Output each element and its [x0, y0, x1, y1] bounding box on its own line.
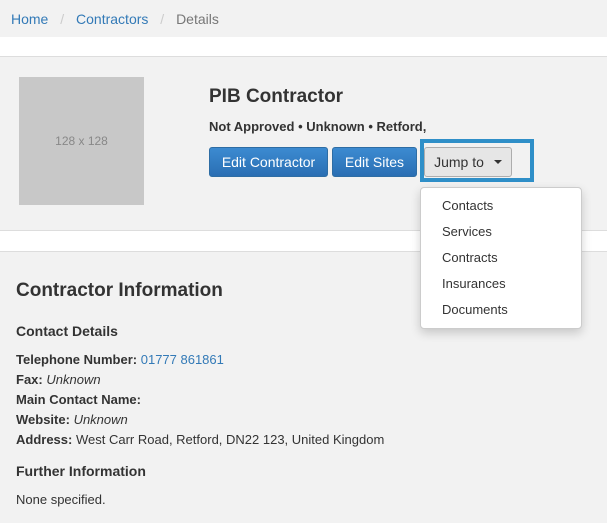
section-heading: Contractor Information [16, 280, 223, 301]
menu-item-services[interactable]: Services [421, 219, 581, 245]
menu-item-insurances[interactable]: Insurances [421, 271, 581, 297]
telephone-link[interactable]: 01777 861861 [141, 352, 224, 367]
website-row: Website: Unknown [16, 412, 128, 427]
breadcrumb-current: Details [176, 11, 219, 27]
contact-details-heading: Contact Details [16, 323, 118, 339]
breadcrumb-contractors-link[interactable]: Contractors [76, 11, 148, 27]
telephone-label: Telephone Number: [16, 352, 138, 367]
breadcrumb: Home / Contractors / Details [0, 0, 607, 37]
further-information-heading: Further Information [16, 463, 146, 479]
address-row: Address: West Carr Road, Retford, DN22 1… [16, 432, 384, 447]
further-information-text: None specified. [16, 492, 106, 507]
website-label: Website: [16, 412, 70, 427]
fax-label: Fax: [16, 372, 43, 387]
main-contact-row: Main Contact Name: [16, 392, 141, 407]
menu-item-documents[interactable]: Documents [421, 297, 581, 323]
main-contact-label: Main Contact Name: [16, 392, 141, 407]
placeholder-label: 128 x 128 [55, 134, 108, 148]
edit-contractor-button[interactable]: Edit Contractor [209, 147, 328, 177]
fax-row: Fax: Unknown [16, 372, 101, 387]
menu-item-contacts[interactable]: Contacts [421, 193, 581, 219]
caret-down-icon [493, 160, 502, 164]
address-value: West Carr Road, Retford, DN22 123, Unite… [75, 432, 385, 447]
breadcrumb-home-link[interactable]: Home [11, 11, 48, 27]
telephone-row: Telephone Number: 01777 861861 [16, 352, 224, 367]
menu-item-contracts[interactable]: Contracts [421, 245, 581, 271]
contractor-logo-placeholder: 128 x 128 [19, 77, 144, 205]
fax-value: Unknown [46, 372, 101, 387]
jump-to-button[interactable]: Jump to [424, 147, 512, 177]
jump-to-label: Jump to [434, 154, 484, 170]
edit-sites-button[interactable]: Edit Sites [332, 147, 417, 177]
address-label: Address: [16, 432, 73, 447]
breadcrumb-separator: / [60, 11, 65, 27]
website-value: Unknown [73, 412, 128, 427]
breadcrumb-separator: / [160, 11, 165, 27]
page-title: PIB Contractor [209, 86, 344, 107]
jump-to-menu: Contacts Services Contracts Insurances D… [420, 187, 582, 329]
contractor-status-summary: Not Approved • Unknown • Retford, [209, 119, 427, 134]
divider-strip [0, 37, 607, 57]
